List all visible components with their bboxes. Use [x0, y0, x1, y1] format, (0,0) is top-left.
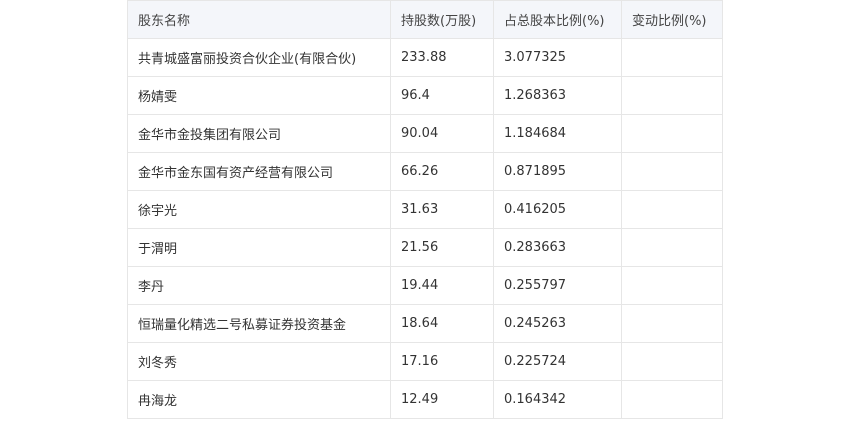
table-row: 杨婧雯 96.4 1.268363 [127, 76, 723, 115]
cell-share-ratio: 0.416205 [493, 190, 622, 229]
cell-shares-held: 18.64 [390, 304, 494, 343]
cell-shareholder-name: 冉海龙 [127, 380, 391, 419]
table-row: 恒瑞量化精选二号私募证券投资基金 18.64 0.245263 [127, 304, 723, 343]
cell-shareholder-name: 恒瑞量化精选二号私募证券投资基金 [127, 304, 391, 343]
cell-shares-held: 19.44 [390, 266, 494, 305]
header-shareholder-name: 股东名称 [127, 0, 391, 39]
cell-shares-held: 21.56 [390, 228, 494, 267]
cell-share-ratio: 0.255797 [493, 266, 622, 305]
table-row: 共青城盛富丽投资合伙企业(有限合伙) 233.88 3.077325 [127, 38, 723, 77]
cell-shareholder-name: 金华市金投集团有限公司 [127, 114, 391, 153]
cell-shareholder-name: 金华市金东国有资产经营有限公司 [127, 152, 391, 191]
table-row: 金华市金东国有资产经营有限公司 66.26 0.871895 [127, 152, 723, 191]
cell-change-ratio [621, 76, 723, 115]
cell-share-ratio: 3.077325 [493, 38, 622, 77]
cell-change-ratio [621, 380, 723, 419]
cell-change-ratio [621, 342, 723, 381]
table-row: 徐宇光 31.63 0.416205 [127, 190, 723, 229]
cell-share-ratio: 0.225724 [493, 342, 622, 381]
cell-change-ratio [621, 152, 723, 191]
cell-shareholder-name: 李丹 [127, 266, 391, 305]
cell-shareholder-name: 杨婧雯 [127, 76, 391, 115]
header-shares-held: 持股数(万股) [390, 0, 494, 39]
table-row: 李丹 19.44 0.255797 [127, 266, 723, 305]
cell-shares-held: 17.16 [390, 342, 494, 381]
cell-change-ratio [621, 266, 723, 305]
cell-shares-held: 233.88 [390, 38, 494, 77]
cell-share-ratio: 0.871895 [493, 152, 622, 191]
table-row: 刘冬秀 17.16 0.225724 [127, 342, 723, 381]
cell-shares-held: 90.04 [390, 114, 494, 153]
shareholder-table-container: 股东名称 持股数(万股) 占总股本比例(%) 变动比例(%) 共青城盛富丽投资合… [127, 0, 723, 419]
cell-share-ratio: 0.283663 [493, 228, 622, 267]
cell-shareholder-name: 刘冬秀 [127, 342, 391, 381]
cell-change-ratio [621, 304, 723, 343]
cell-change-ratio [621, 228, 723, 267]
table-row: 冉海龙 12.49 0.164342 [127, 380, 723, 419]
shareholder-table: 股东名称 持股数(万股) 占总股本比例(%) 变动比例(%) 共青城盛富丽投资合… [127, 0, 723, 419]
cell-shareholder-name: 徐宇光 [127, 190, 391, 229]
cell-share-ratio: 0.164342 [493, 380, 622, 419]
cell-share-ratio: 0.245263 [493, 304, 622, 343]
header-change-ratio: 变动比例(%) [621, 0, 723, 39]
cell-share-ratio: 1.268363 [493, 76, 622, 115]
table-row: 于渭明 21.56 0.283663 [127, 228, 723, 267]
cell-shareholder-name: 于渭明 [127, 228, 391, 267]
cell-share-ratio: 1.184684 [493, 114, 622, 153]
cell-shares-held: 12.49 [390, 380, 494, 419]
cell-change-ratio [621, 114, 723, 153]
cell-change-ratio [621, 190, 723, 229]
cell-shares-held: 66.26 [390, 152, 494, 191]
cell-change-ratio [621, 38, 723, 77]
cell-shares-held: 31.63 [390, 190, 494, 229]
header-share-ratio: 占总股本比例(%) [493, 0, 622, 39]
table-header-row: 股东名称 持股数(万股) 占总股本比例(%) 变动比例(%) [127, 0, 723, 39]
table-row: 金华市金投集团有限公司 90.04 1.184684 [127, 114, 723, 153]
cell-shares-held: 96.4 [390, 76, 494, 115]
cell-shareholder-name: 共青城盛富丽投资合伙企业(有限合伙) [127, 38, 391, 77]
